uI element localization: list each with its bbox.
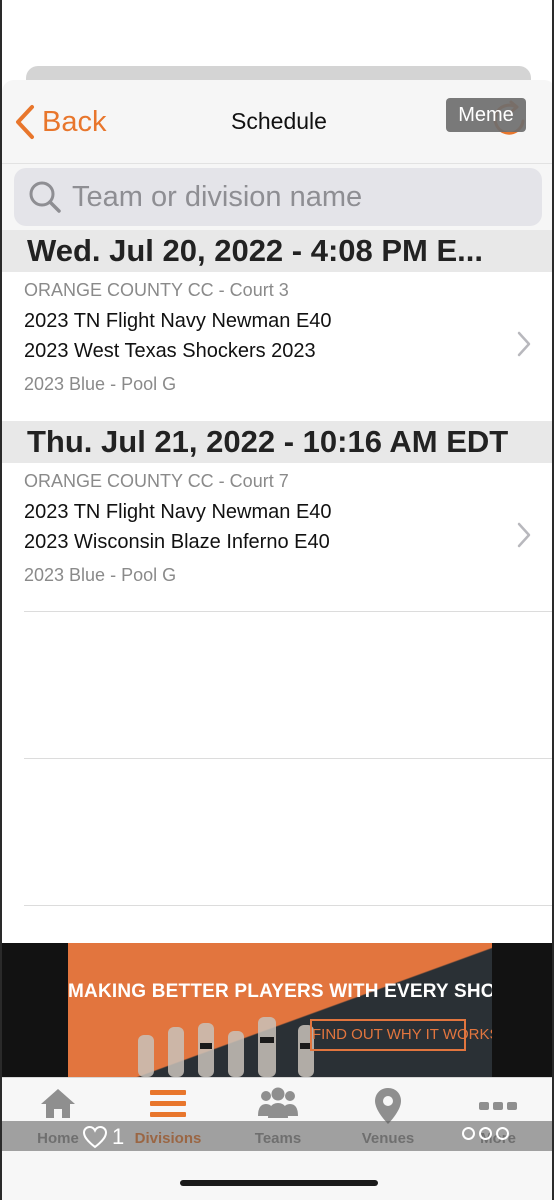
tab-more[interactable]: More	[443, 1078, 552, 1158]
like-count: 1	[112, 1124, 125, 1149]
search-icon	[29, 181, 61, 213]
ad-headline: MAKING BETTER PLAYERS WITH EVERY SHOT	[68, 981, 492, 1002]
match-pool: 2023 Blue - Pool G	[24, 565, 177, 585]
home-icon	[41, 1089, 75, 1118]
chevron-right-icon	[517, 522, 531, 548]
tab-label: Venues	[361, 1130, 415, 1147]
match-team-away: 2023 Wisconsin Blaze Inferno E40	[24, 531, 330, 553]
like-button[interactable]: 1	[82, 1122, 124, 1152]
search-input[interactable]	[72, 180, 532, 214]
search-field[interactable]	[14, 168, 542, 226]
chevron-right-icon	[517, 331, 531, 357]
match-team-home: 2023 TN Flight Navy Newman E40	[24, 310, 332, 332]
home-indicator[interactable]	[180, 1180, 378, 1186]
heart-icon	[82, 1125, 108, 1149]
ad-band: MAKING BETTER PLAYERS WITH EVERY SHOT FI…	[2, 943, 552, 1077]
search-bar	[2, 164, 552, 230]
row-separator	[24, 611, 552, 612]
map-pin-icon	[375, 1088, 401, 1124]
app-screen: Back Schedule Meme Wed. Jul 20, 2022 - 4…	[0, 0, 554, 1200]
tab-venues[interactable]: Venues	[333, 1078, 443, 1158]
match-venue: ORANGE COUNTY CC - Court 7	[24, 471, 289, 491]
match-row[interactable]: ORANGE COUNTY CC - Court 7 2023 TN Fligh…	[2, 463, 552, 611]
dot-icon	[496, 1127, 509, 1140]
overlay-more-button[interactable]	[462, 1127, 509, 1140]
match-team-home: 2023 TN Flight Navy Newman E40	[24, 501, 332, 523]
date-section-header: Wed. Jul 20, 2022 - 4:08 PM E...	[2, 230, 552, 272]
match-venue: ORANGE COUNTY CC - Court 3	[24, 280, 289, 300]
match-team-away: 2023 West Texas Shockers 2023	[24, 340, 316, 362]
team-icon	[258, 1087, 298, 1118]
match-row[interactable]: ORANGE COUNTY CC - Court 3 2023 TN Fligh…	[2, 272, 552, 420]
tab-label: Divisions	[134, 1130, 202, 1147]
tab-teams[interactable]: Teams	[223, 1078, 333, 1158]
row-separator	[24, 758, 552, 759]
tab-label: Teams	[254, 1130, 302, 1147]
match-pool: 2023 Blue - Pool G	[24, 374, 177, 394]
date-section-header: Thu. Jul 21, 2022 - 10:16 AM EDT	[2, 421, 552, 463]
ad-cta-button[interactable]: FIND OUT WHY IT WORKS	[310, 1019, 492, 1051]
list-icon	[150, 1090, 186, 1117]
row-separator	[24, 905, 552, 906]
more-icon	[479, 1102, 517, 1110]
dot-icon	[462, 1127, 475, 1140]
dot-icon	[479, 1127, 492, 1140]
ad-banner[interactable]: MAKING BETTER PLAYERS WITH EVERY SHOT FI…	[68, 943, 492, 1077]
tab-divisions[interactable]: Divisions	[113, 1078, 223, 1158]
overlay-badge: Meme	[446, 98, 526, 132]
